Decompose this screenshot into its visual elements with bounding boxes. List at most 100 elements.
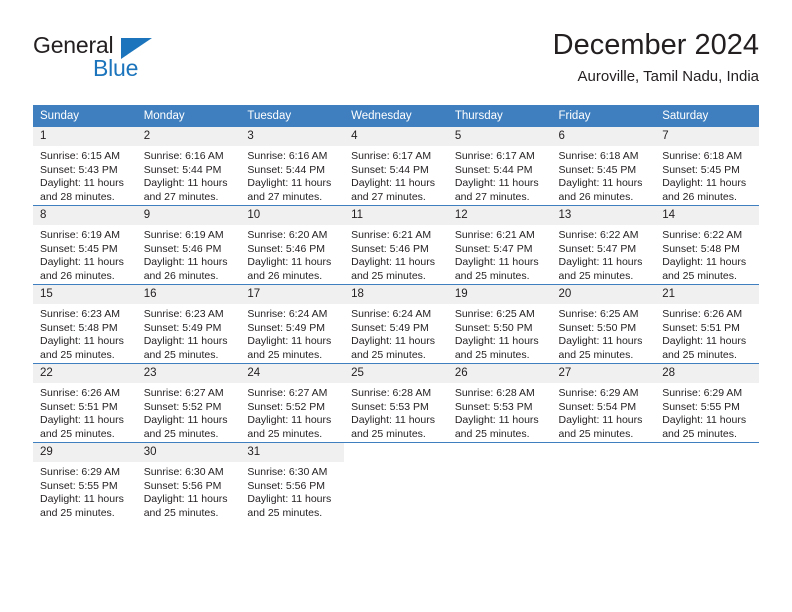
- daylight-text-line2: and 25 minutes.: [351, 269, 426, 282]
- day-cell[interactable]: 1 Sunrise: 6:15 AM Sunset: 5:43 PM Dayli…: [33, 127, 137, 206]
- daylight-text-line1: Daylight: 11 hours: [662, 177, 747, 190]
- daylight-text-line2: and 25 minutes.: [558, 427, 634, 440]
- sunrise-text: Sunrise: 6:27 AM: [143, 387, 224, 399]
- daylight-text-line1: Daylight: 11 hours: [143, 177, 228, 190]
- sunset-text: Sunset: 5:56 PM: [247, 479, 326, 492]
- daylight-text-line1: Daylight: 11 hours: [40, 177, 124, 190]
- daylight-text-line1: Daylight: 11 hours: [351, 177, 435, 190]
- day-cell[interactable]: 20 Sunrise: 6:25 AM Sunset: 5:50 PM Dayl…: [551, 284, 656, 364]
- day-number: 31: [240, 443, 345, 462]
- day-number: [655, 443, 759, 462]
- day-details: Sunrise: 6:30 AM Sunset: 5:56 PM Dayligh…: [137, 462, 241, 520]
- day-details: Sunrise: 6:29 AM Sunset: 5:55 PM Dayligh…: [655, 383, 759, 441]
- daylight-text-line1: Daylight: 11 hours: [143, 493, 228, 506]
- weekday-header-sunday: Sunday: [33, 105, 137, 127]
- daylight-text-line2: and 25 minutes.: [351, 427, 426, 440]
- day-cell[interactable]: 15 Sunrise: 6:23 AM Sunset: 5:48 PM Dayl…: [33, 284, 137, 364]
- day-cell[interactable]: 3 Sunrise: 6:16 AM Sunset: 5:44 PM Dayli…: [240, 127, 345, 206]
- weekday-header-wednesday: Wednesday: [344, 105, 448, 127]
- daylight-text-line2: and 25 minutes.: [454, 427, 530, 440]
- weekday-header-thursday: Thursday: [447, 105, 552, 127]
- day-cell[interactable]: 10 Sunrise: 6:20 AM Sunset: 5:46 PM Dayl…: [240, 205, 345, 285]
- sunset-text: Sunset: 5:49 PM: [143, 321, 222, 334]
- daylight-text-line2: and 25 minutes.: [143, 427, 219, 440]
- day-number: 22: [33, 364, 137, 383]
- sunset-text: Sunset: 5:48 PM: [662, 242, 740, 255]
- generalblue-logo[interactable]: General Blue: [33, 32, 233, 90]
- day-number: 19: [447, 285, 552, 304]
- sunrise-text: Sunrise: 6:29 AM: [40, 466, 120, 478]
- day-number: 15: [33, 285, 137, 304]
- calendar-body: 1 Sunrise: 6:15 AM Sunset: 5:43 PM Dayli…: [33, 127, 759, 521]
- sunrise-text: Sunrise: 6:24 AM: [247, 308, 328, 320]
- sunrise-text: Sunrise: 6:26 AM: [662, 308, 743, 320]
- day-cell[interactable]: 6 Sunrise: 6:18 AM Sunset: 5:45 PM Dayli…: [551, 127, 656, 206]
- day-details: Sunrise: 6:28 AM Sunset: 5:53 PM Dayligh…: [344, 383, 448, 441]
- daylight-text-line1: Daylight: 11 hours: [40, 256, 124, 269]
- daylight-text-line2: and 25 minutes.: [247, 427, 323, 440]
- daylight-text-line1: Daylight: 11 hours: [454, 256, 539, 269]
- day-cell[interactable]: 23 Sunrise: 6:27 AM Sunset: 5:52 PM Dayl…: [136, 363, 241, 443]
- day-cell[interactable]: 5 Sunrise: 6:17 AM Sunset: 5:44 PM Dayli…: [447, 127, 552, 206]
- sunset-text: Sunset: 5:46 PM: [247, 242, 326, 255]
- day-cell[interactable]: 17 Sunrise: 6:24 AM Sunset: 5:49 PM Dayl…: [240, 284, 345, 364]
- day-cell[interactable]: 7 Sunrise: 6:18 AM Sunset: 5:45 PM Dayli…: [655, 127, 759, 206]
- day-cell[interactable]: 2 Sunrise: 6:16 AM Sunset: 5:44 PM Dayli…: [136, 127, 241, 206]
- day-cell[interactable]: 9 Sunrise: 6:19 AM Sunset: 5:46 PM Dayli…: [136, 205, 241, 285]
- day-cell[interactable]: 16 Sunrise: 6:23 AM Sunset: 5:49 PM Dayl…: [136, 284, 241, 364]
- day-cell[interactable]: 24 Sunrise: 6:27 AM Sunset: 5:52 PM Dayl…: [240, 363, 345, 443]
- day-details: Sunrise: 6:18 AM Sunset: 5:45 PM Dayligh…: [655, 146, 759, 204]
- sunset-text: Sunset: 5:55 PM: [40, 479, 118, 492]
- daylight-text-line2: and 25 minutes.: [662, 269, 737, 282]
- sunrise-text: Sunrise: 6:21 AM: [454, 229, 535, 241]
- day-cell[interactable]: 18 Sunrise: 6:24 AM Sunset: 5:49 PM Dayl…: [344, 284, 448, 364]
- daylight-text-line1: Daylight: 11 hours: [454, 177, 539, 190]
- daylight-text-line1: Daylight: 11 hours: [662, 335, 747, 348]
- day-cell[interactable]: 30 Sunrise: 6:30 AM Sunset: 5:56 PM Dayl…: [136, 442, 241, 521]
- day-cell[interactable]: 29 Sunrise: 6:29 AM Sunset: 5:55 PM Dayl…: [33, 442, 137, 521]
- day-number: 20: [551, 285, 656, 304]
- sunrise-text: Sunrise: 6:17 AM: [454, 150, 535, 162]
- day-cell[interactable]: 13 Sunrise: 6:22 AM Sunset: 5:47 PM Dayl…: [551, 205, 656, 285]
- day-cell[interactable]: 14 Sunrise: 6:22 AM Sunset: 5:48 PM Dayl…: [655, 205, 759, 285]
- week-row: 8 Sunrise: 6:19 AM Sunset: 5:45 PM Dayli…: [33, 205, 759, 285]
- day-number: [344, 443, 448, 462]
- calendar-page: General Blue December 2024 Auroville, Ta…: [0, 0, 792, 612]
- day-details: Sunrise: 6:16 AM Sunset: 5:44 PM Dayligh…: [240, 146, 344, 204]
- day-details: Sunrise: 6:21 AM Sunset: 5:46 PM Dayligh…: [344, 225, 448, 283]
- sunrise-text: Sunrise: 6:22 AM: [662, 229, 743, 241]
- day-number: [448, 443, 552, 462]
- sunrise-text: Sunrise: 6:15 AM: [40, 150, 120, 162]
- sunset-text: Sunset: 5:50 PM: [454, 321, 533, 334]
- day-number: 1: [33, 127, 137, 146]
- day-cell[interactable]: 28 Sunrise: 6:29 AM Sunset: 5:55 PM Dayl…: [655, 363, 759, 443]
- daylight-text-line1: Daylight: 11 hours: [40, 335, 124, 348]
- day-number: 30: [136, 443, 241, 462]
- day-number: 18: [344, 285, 448, 304]
- day-number: 17: [240, 285, 345, 304]
- daylight-text-line1: Daylight: 11 hours: [351, 256, 435, 269]
- day-cell[interactable]: 12 Sunrise: 6:21 AM Sunset: 5:47 PM Dayl…: [447, 205, 552, 285]
- day-cell[interactable]: 31 Sunrise: 6:30 AM Sunset: 5:56 PM Dayl…: [240, 442, 345, 521]
- daylight-text-line1: Daylight: 11 hours: [143, 335, 228, 348]
- day-cell[interactable]: 11 Sunrise: 6:21 AM Sunset: 5:46 PM Dayl…: [344, 205, 448, 285]
- daylight-text-line2: and 26 minutes.: [40, 269, 115, 282]
- sunrise-text: Sunrise: 6:18 AM: [558, 150, 639, 162]
- daylight-text-line2: and 25 minutes.: [247, 506, 323, 519]
- day-cell[interactable]: 8 Sunrise: 6:19 AM Sunset: 5:45 PM Dayli…: [33, 205, 137, 285]
- day-cell[interactable]: 21 Sunrise: 6:26 AM Sunset: 5:51 PM Dayl…: [655, 284, 759, 364]
- sunrise-text: Sunrise: 6:19 AM: [40, 229, 120, 241]
- day-cell[interactable]: 19 Sunrise: 6:25 AM Sunset: 5:50 PM Dayl…: [447, 284, 552, 364]
- daylight-text-line2: and 26 minutes.: [143, 269, 219, 282]
- sunset-text: Sunset: 5:44 PM: [247, 163, 326, 176]
- day-cell[interactable]: 4 Sunrise: 6:17 AM Sunset: 5:44 PM Dayli…: [344, 127, 448, 206]
- day-cell[interactable]: 26 Sunrise: 6:28 AM Sunset: 5:53 PM Dayl…: [447, 363, 552, 443]
- sunrise-text: Sunrise: 6:17 AM: [351, 150, 432, 162]
- day-cell[interactable]: 22 Sunrise: 6:26 AM Sunset: 5:51 PM Dayl…: [33, 363, 137, 443]
- day-cell[interactable]: 25 Sunrise: 6:28 AM Sunset: 5:53 PM Dayl…: [344, 363, 448, 443]
- day-cell[interactable]: 27 Sunrise: 6:29 AM Sunset: 5:54 PM Dayl…: [551, 363, 656, 443]
- day-details: Sunrise: 6:19 AM Sunset: 5:46 PM Dayligh…: [137, 225, 241, 283]
- day-details: Sunrise: 6:29 AM Sunset: 5:54 PM Dayligh…: [552, 383, 656, 441]
- day-cell-empty: [344, 442, 448, 521]
- day-details: Sunrise: 6:24 AM Sunset: 5:49 PM Dayligh…: [240, 304, 344, 362]
